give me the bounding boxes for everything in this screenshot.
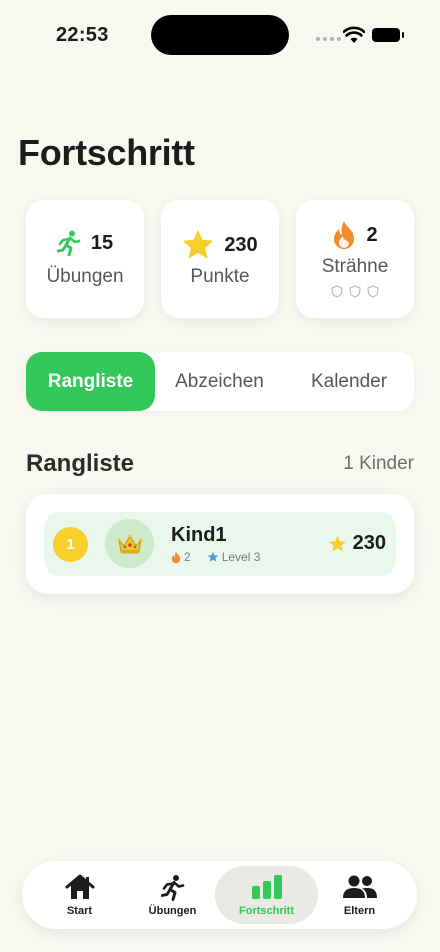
stat-label: Strähne xyxy=(321,256,389,277)
segment-leaderboard[interactable]: Rangliste xyxy=(26,352,155,411)
tab-label: Fortschritt xyxy=(239,905,294,917)
child-streak: 2 xyxy=(184,550,191,564)
page-title: Fortschritt xyxy=(18,132,195,173)
child-name: Kind1 xyxy=(171,524,227,546)
tab-progress[interactable]: Fortschritt xyxy=(215,866,318,924)
rank-badge: 1 xyxy=(53,527,88,562)
child-points: 230 xyxy=(328,532,386,555)
bar-chart-icon xyxy=(251,875,282,899)
children-count: 1 Kinder xyxy=(343,453,414,474)
stat-value: 230 xyxy=(224,233,258,256)
stat-card-streak: 2 Strähne xyxy=(296,200,414,318)
leaderboard-row[interactable]: 1 Kind1 2 Level 3 230 xyxy=(44,512,396,576)
flame-icon xyxy=(334,221,355,249)
avatar xyxy=(105,519,154,568)
house-icon xyxy=(65,874,94,899)
battery-icon xyxy=(372,28,404,42)
crown-icon xyxy=(117,534,142,553)
tab-exercises[interactable]: Übungen xyxy=(121,866,224,924)
wifi-icon xyxy=(343,26,365,43)
running-figure-icon xyxy=(56,230,81,256)
leaderboard-card: 1 Kind1 2 Level 3 230 xyxy=(26,494,414,594)
star-icon xyxy=(207,551,219,562)
status-bar: 22:53 xyxy=(0,0,440,70)
status-time: 22:53 xyxy=(56,24,109,46)
tab-label: Start xyxy=(66,905,93,917)
flame-icon xyxy=(171,551,181,563)
stat-card-exercises: 15 Übungen xyxy=(26,200,144,318)
running-figure-icon xyxy=(160,875,184,901)
tab-parents[interactable]: Eltern xyxy=(308,866,411,924)
shield-icon xyxy=(349,285,361,298)
stat-label: Punkte xyxy=(190,266,250,287)
child-points-value: 230 xyxy=(352,532,386,554)
tab-bar: Start Übungen Fortschritt Eltern xyxy=(22,861,417,929)
stat-label: Übungen xyxy=(46,266,124,287)
tab-start[interactable]: Start xyxy=(28,866,131,924)
child-level: Level 3 xyxy=(221,550,261,564)
shield-icon xyxy=(367,285,379,298)
section-title: Rangliste xyxy=(26,450,135,477)
star-icon xyxy=(183,230,213,259)
stat-value: 2 xyxy=(366,223,378,246)
star-icon xyxy=(328,535,346,551)
streak-freeze-shields xyxy=(296,285,414,298)
segment-badges[interactable]: Abzeichen xyxy=(155,352,284,411)
segment-calendar[interactable]: Kalender xyxy=(284,352,414,411)
child-meta: 2 Level 3 xyxy=(171,550,260,564)
people-icon xyxy=(342,875,377,898)
cellular-signal-icon xyxy=(316,37,341,41)
dynamic-island xyxy=(151,15,289,55)
stat-value: 15 xyxy=(90,231,114,254)
tab-label: Übungen xyxy=(148,905,197,917)
shield-icon xyxy=(331,285,343,298)
segmented-control: Rangliste Abzeichen Kalender xyxy=(26,352,414,411)
stat-card-points: 230 Punkte xyxy=(161,200,279,318)
tab-label: Eltern xyxy=(343,905,376,917)
